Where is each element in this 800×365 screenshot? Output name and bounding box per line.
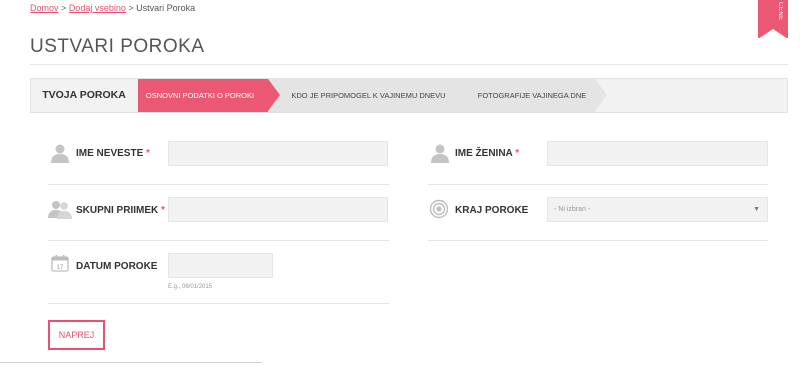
step-photos[interactable]: FOTOGRAFIJE VAJINEGA DNE: [457, 79, 607, 112]
pricing-ribbon[interactable]: CENE: [758, 0, 788, 39]
couple-icon: [48, 199, 72, 219]
bride-name-label-text: IME NEVESTE: [76, 148, 144, 159]
shared-surname-label: SKUPNI PRIIMEK *: [76, 205, 165, 216]
groom-name-input[interactable]: [547, 141, 768, 166]
location-select-value: - Ni izbran -: [554, 206, 591, 213]
groom-name-label: IME ŽENINA *: [455, 148, 519, 159]
required-mark: *: [515, 148, 520, 159]
title-divider: [30, 64, 788, 65]
calendar-icon-day: 17: [57, 265, 64, 271]
location-select[interactable]: - Ni izbran - ▼: [547, 197, 768, 222]
field-divider: [48, 184, 389, 185]
field-divider: [48, 303, 389, 304]
bride-name-label: IME NEVESTE *: [76, 148, 150, 159]
breadcrumb-separator: >: [61, 3, 67, 13]
bride-name-input[interactable]: [168, 141, 388, 166]
groom-name-label-text: IME ŽENINA: [455, 148, 513, 159]
page-title: USTVARI POROKA: [30, 36, 205, 57]
next-button[interactable]: NAPREJ: [48, 320, 105, 350]
step-basic-info[interactable]: OSNOVNI PODATKI O POROKI: [138, 79, 280, 112]
step-contributors[interactable]: KDO JE PRIPOMOGEL K VAJINEMU DNEVU: [268, 79, 469, 112]
chevron-down-icon: ▼: [753, 206, 760, 213]
date-input[interactable]: [168, 253, 273, 278]
breadcrumb-current: Ustvari Poroka: [136, 3, 196, 13]
date-label: DATUM POROKE: [76, 261, 158, 272]
person-icon: [50, 143, 70, 163]
required-mark: *: [161, 205, 165, 216]
field-divider: [48, 240, 389, 241]
breadcrumb-link-add-content[interactable]: Dodaj vsebino: [69, 3, 126, 13]
calendar-icon: 17: [51, 254, 69, 272]
breadcrumb-separator: >: [128, 3, 134, 13]
footer-divider: [0, 362, 262, 363]
breadcrumb-link-home[interactable]: Domov: [30, 3, 59, 13]
date-hint: E.g., 06/01/2015: [168, 284, 213, 290]
shared-surname-label-text: SKUPNI PRIIMEK: [76, 205, 159, 216]
stepper-label: TVOJA POROKA: [42, 89, 126, 101]
person-icon: [430, 143, 450, 163]
breadcrumb: Domov > Dodaj vsebino > Ustvari Poroka: [30, 3, 195, 13]
shared-surname-input[interactable]: [168, 197, 388, 222]
target-icon: [429, 199, 449, 219]
field-divider: [428, 184, 768, 185]
required-mark: *: [146, 148, 150, 159]
wizard-stepper: TVOJA POROKA FOTOGRAFIJE VAJINEGA DNE KD…: [30, 78, 788, 113]
location-label: KRAJ POROKE: [455, 205, 529, 216]
field-divider: [428, 240, 768, 241]
pricing-ribbon-label: CENE: [777, 2, 783, 21]
